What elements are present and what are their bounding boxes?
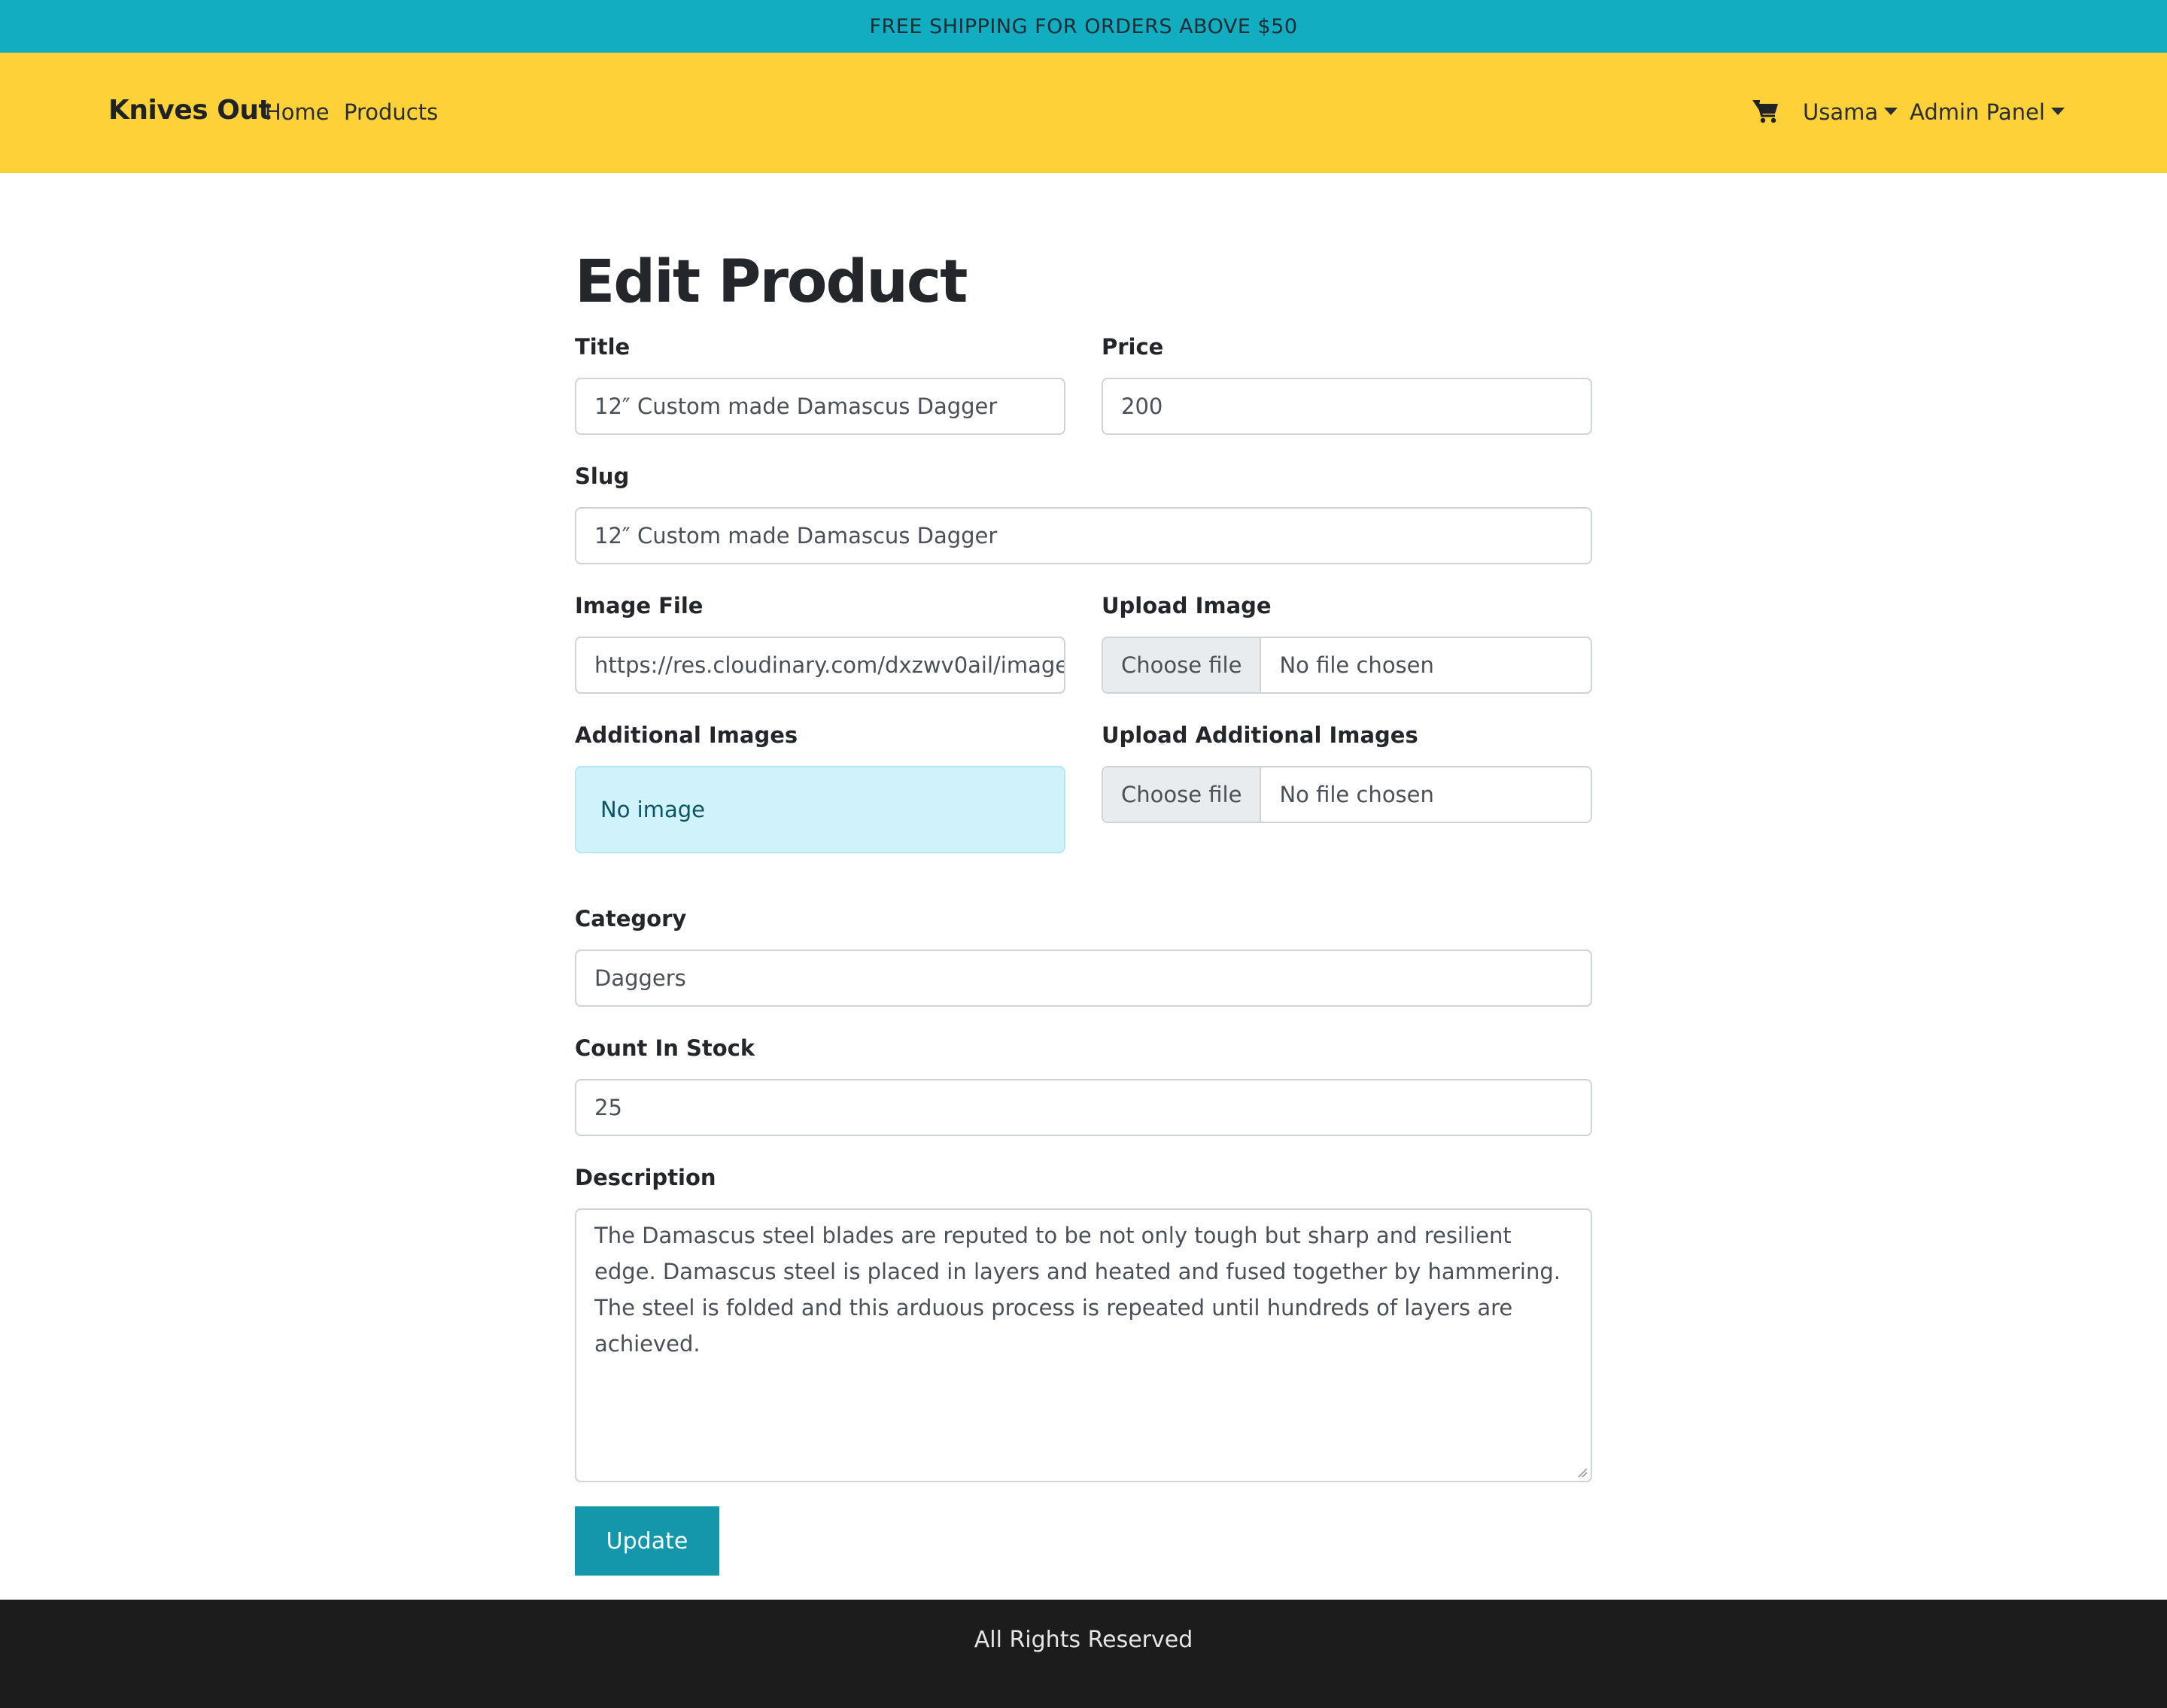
count-in-stock-label: Count In Stock bbox=[575, 1035, 755, 1061]
description-text: The Damascus steel blades are reputed to… bbox=[594, 1223, 1561, 1357]
category-input[interactable]: Daggers bbox=[575, 950, 1592, 1007]
admin-panel-dropdown[interactable]: Admin Panel bbox=[1910, 99, 2065, 125]
footer-text: All Rights Reserved bbox=[974, 1627, 1193, 1653]
brand-logo[interactable]: Knives Out bbox=[108, 95, 272, 126]
admin-menu-label: Admin Panel bbox=[1910, 99, 2045, 125]
additional-images-label: Additional Images bbox=[575, 722, 798, 748]
chevron-down-icon bbox=[1884, 108, 1898, 115]
description-textarea[interactable]: The Damascus steel blades are reputed to… bbox=[575, 1208, 1592, 1482]
footer: All Rights Reserved bbox=[0, 1600, 2167, 1708]
resize-handle-icon[interactable] bbox=[1577, 1467, 1588, 1478]
upload-image-label: Upload Image bbox=[1102, 593, 1272, 618]
file-status-text: No file chosen bbox=[1279, 782, 1434, 807]
navbar: Knives Out Home Products Usama Admin Pan… bbox=[0, 53, 2167, 173]
page: FREE SHIPPING FOR ORDERS ABOVE $50 Knive… bbox=[0, 0, 2167, 1708]
description-label: Description bbox=[575, 1165, 716, 1190]
choose-file-button[interactable]: Choose file bbox=[1103, 767, 1262, 822]
no-image-text: No image bbox=[600, 797, 705, 822]
chevron-down-icon bbox=[2050, 108, 2065, 115]
count-in-stock-input[interactable]: 25 bbox=[575, 1079, 1592, 1136]
shopping-cart-icon[interactable] bbox=[1752, 99, 1779, 123]
slug-input[interactable]: 12″ Custom made Damascus Dagger bbox=[575, 507, 1592, 564]
price-input[interactable]: 200 bbox=[1102, 378, 1592, 435]
file-status-text: No file chosen bbox=[1279, 652, 1434, 678]
nav-products-link[interactable]: Products bbox=[344, 99, 438, 125]
page-title: Edit Product bbox=[575, 248, 968, 316]
choose-file-button[interactable]: Choose file bbox=[1103, 638, 1262, 692]
upload-additional-images-file-input[interactable]: Choose file No file chosen bbox=[1102, 766, 1592, 823]
promo-banner: FREE SHIPPING FOR ORDERS ABOVE $50 bbox=[0, 0, 2167, 53]
no-image-alert: No image bbox=[575, 766, 1065, 853]
user-menu-dropdown[interactable]: Usama bbox=[1803, 99, 1898, 125]
image-file-label: Image File bbox=[575, 593, 704, 618]
title-label: Title bbox=[575, 334, 631, 360]
user-menu-label: Usama bbox=[1803, 99, 1879, 125]
nav-home-link[interactable]: Home bbox=[265, 99, 330, 125]
update-button[interactable]: Update bbox=[575, 1506, 719, 1576]
price-label: Price bbox=[1102, 334, 1164, 360]
upload-additional-images-label: Upload Additional Images bbox=[1102, 722, 1418, 748]
category-label: Category bbox=[575, 906, 687, 931]
promo-banner-text: FREE SHIPPING FOR ORDERS ABOVE $50 bbox=[869, 14, 1298, 38]
upload-image-file-input[interactable]: Choose file No file chosen bbox=[1102, 637, 1592, 694]
title-input[interactable]: 12″ Custom made Damascus Dagger bbox=[575, 378, 1065, 435]
slug-label: Slug bbox=[575, 463, 630, 489]
image-file-input[interactable]: https://res.cloudinary.com/dxzwv0ail/ima… bbox=[575, 637, 1065, 694]
